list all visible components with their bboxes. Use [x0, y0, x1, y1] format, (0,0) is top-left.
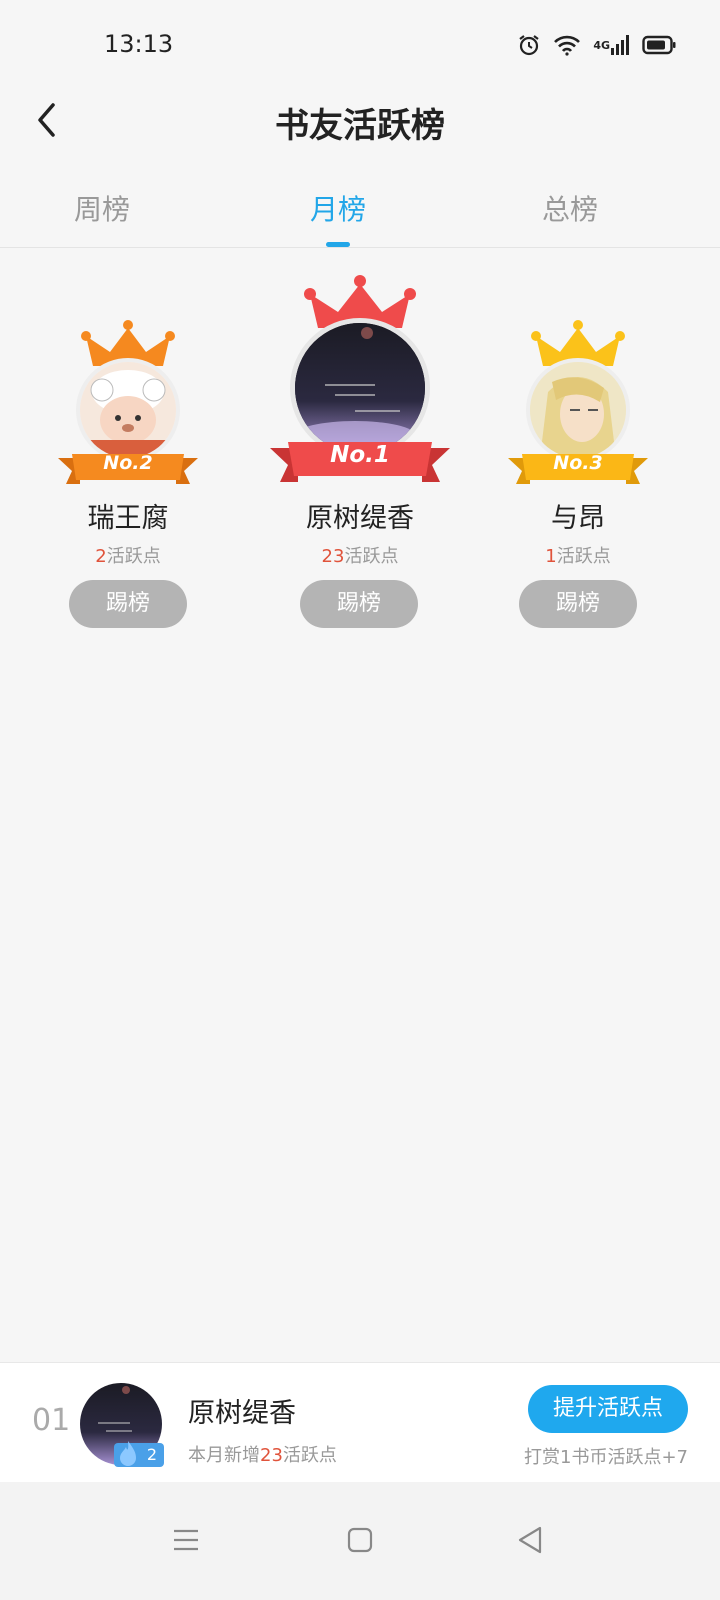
my-name: 原树缇香 — [188, 1398, 296, 1429]
header: 书友活跃榜 — [0, 90, 720, 150]
menu-button[interactable] — [156, 1510, 216, 1570]
user-points: 1活跃点 — [545, 546, 611, 567]
tab-total[interactable]: 总榜 — [510, 188, 630, 228]
page-title: 书友活跃榜 — [275, 106, 445, 146]
kick-button[interactable]: 踢榜 — [300, 580, 418, 628]
my-rank-number: 01 — [32, 1403, 71, 1438]
tab-bar: 周榜 月榜 总榜 — [0, 170, 720, 248]
user-name: 与昂 — [551, 503, 605, 534]
avatar-image-bear — [80, 362, 176, 458]
avatar — [290, 318, 430, 458]
kick-button[interactable]: 踢榜 — [69, 580, 187, 628]
user-points: 23活跃点 — [321, 546, 399, 567]
my-points-desc: 本月新增23活跃点 — [188, 1445, 337, 1466]
avatar-image-blonde — [530, 362, 626, 458]
rank-label: No.2 — [103, 452, 153, 474]
tab-weekly[interactable]: 周榜 — [42, 188, 162, 228]
podium-rank-1[interactable]: No.1 原树缇香 23活跃点 踢榜 — [270, 270, 450, 648]
avatar — [76, 358, 180, 462]
rank-label: No.3 — [553, 452, 603, 474]
reward-hint: 打赏1书币活跃点+7 — [524, 1447, 688, 1468]
back-triangle-icon — [518, 1526, 542, 1554]
boost-activity-button[interactable]: 提升活跃点 — [528, 1385, 688, 1433]
avatar-image-night-sky — [295, 323, 425, 453]
cellular-signal-icon: 4G — [593, 34, 630, 56]
status-time: 13:13 — [104, 30, 174, 58]
user-points: 2活跃点 — [95, 546, 161, 567]
user-name: 瑞王腐 — [87, 503, 169, 534]
home-button[interactable] — [330, 1510, 390, 1570]
user-name: 原树缇香 — [306, 503, 414, 534]
menu-icon — [174, 1529, 198, 1551]
avatar — [526, 358, 630, 462]
wifi-icon — [553, 34, 581, 56]
status-icons: 4G — [517, 30, 676, 60]
status-bar: 13:13 4G — [0, 0, 720, 90]
back-nav-button[interactable] — [500, 1510, 560, 1570]
my-rank-bar: 01 2 原树缇香 本月新增23活跃点 提升活跃点 打赏1书币活跃点+7 — [0, 1362, 720, 1482]
podium-rank-3[interactable]: No.3 与昂 1活跃点 踢榜 — [508, 318, 648, 648]
flame-icon — [120, 1441, 136, 1466]
kick-button[interactable]: 踢榜 — [519, 580, 637, 628]
network-label: 4G — [593, 38, 610, 52]
rank-label: No.1 — [330, 442, 390, 468]
alarm-icon — [517, 33, 541, 57]
battery-icon — [642, 35, 676, 55]
tab-indicator — [326, 242, 350, 247]
home-icon — [347, 1527, 373, 1553]
system-nav-bar — [0, 1482, 720, 1600]
tab-monthly[interactable]: 月榜 — [278, 188, 398, 228]
podium-rank-2[interactable]: No.2 瑞王腐 2活跃点 踢榜 — [58, 318, 198, 648]
